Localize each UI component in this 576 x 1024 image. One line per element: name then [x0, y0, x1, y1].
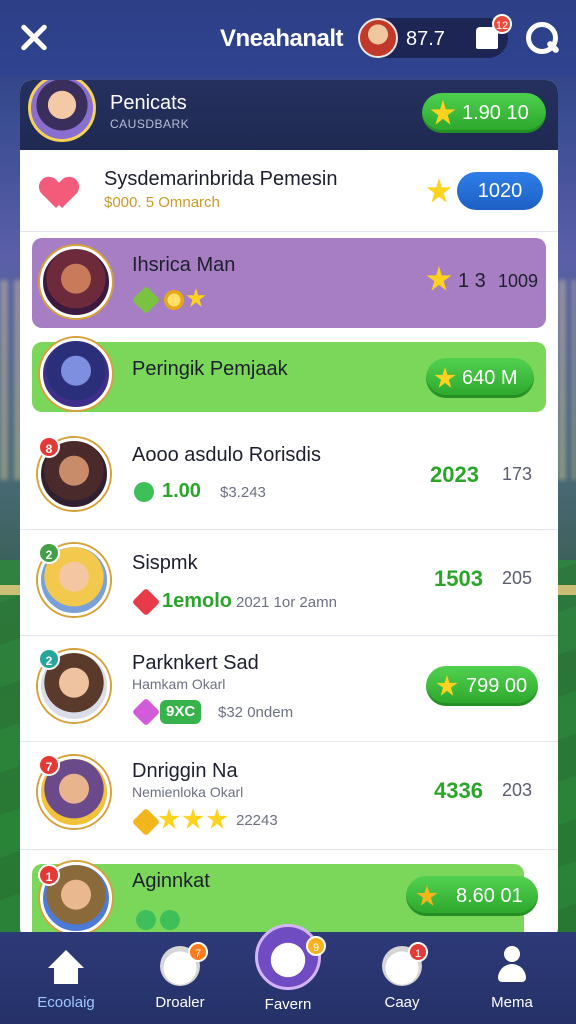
row-score: 2023: [430, 462, 479, 487]
row-score: 1 3: [458, 270, 486, 292]
star-icon: [186, 288, 206, 307]
gem-icon: [131, 697, 161, 727]
app-title: Vneahanalt: [220, 25, 344, 52]
coin-icon: [164, 290, 184, 310]
rank-badge: 1: [38, 864, 60, 886]
row-score: 1503: [434, 566, 483, 591]
score-value: 799 00: [466, 675, 528, 697]
star-icon: [436, 675, 458, 696]
tag-badge: 9XC: [160, 700, 202, 724]
row-title: Dnriggin Na: [132, 760, 238, 782]
star-icon: [426, 266, 452, 291]
gem-icon: [131, 285, 161, 315]
nav-tab-care[interactable]: 1 Caay: [352, 932, 452, 1024]
row-secondary: 203: [502, 780, 533, 800]
rank-badge: 2: [38, 542, 60, 564]
header-name: Penicats: [110, 92, 187, 114]
list-item-highlight[interactable]: Ihsrica Man 1 3 1009: [32, 238, 546, 328]
star-icon: [158, 808, 180, 829]
header-subtitle: CAUSDBARK: [110, 117, 190, 131]
gem-icon: [131, 807, 161, 837]
home-icon: [48, 950, 84, 984]
list-item-highlight[interactable]: Peringik Pemjaak 640 M: [32, 338, 546, 412]
star-icon: [182, 808, 204, 829]
row-secondary: 205: [502, 568, 533, 588]
score-button[interactable]: 799 00: [426, 666, 538, 706]
table-row[interactable]: 7 Dnriggin Na Nemienloka Okarl 22243 433…: [20, 742, 558, 850]
score-button[interactable]: 8.60 01: [406, 876, 538, 916]
star-icon: [426, 178, 452, 203]
row-stat: 1emolo: [162, 590, 233, 612]
nav-tab-dealer[interactable]: 7 Droaler: [130, 932, 230, 1024]
star-icon: [430, 100, 456, 125]
person-icon: [498, 946, 526, 984]
close-icon[interactable]: [14, 18, 54, 58]
coin-value: 87.7: [406, 28, 445, 50]
nav-label: Droaler: [155, 994, 205, 1011]
row-subtitle: Hamkam Okarl: [132, 676, 226, 692]
nav-badge: 1: [408, 942, 428, 962]
row-subtitle: $000. 5 Omnarch: [104, 194, 220, 211]
rank-badge: 7: [38, 754, 60, 776]
row-secondary: 173: [502, 464, 533, 484]
row-title: Peringik Pemjaak: [132, 358, 288, 380]
score-button[interactable]: 1020: [457, 172, 543, 210]
row-stat: 1.00: [162, 480, 201, 502]
nav-tab-center[interactable]: 9 Favern: [238, 924, 338, 1024]
gem-icon: [136, 910, 156, 930]
pet-icon: [255, 924, 321, 990]
list-item[interactable]: Sysdemarinbrida Pemesin $000. 5 Omnarch …: [20, 150, 558, 232]
nav-label: Ecoolaig: [37, 994, 95, 1011]
header-score-button[interactable]: 1.90 10: [422, 93, 546, 133]
row-detail: 22243: [236, 812, 278, 829]
header-score-value: 1.90 10: [462, 102, 529, 124]
row-subtitle: $3.243: [220, 484, 266, 501]
badge-icon: [416, 885, 438, 906]
nav-label: Favern: [264, 996, 312, 1013]
row-title: Sysdemarinbrida Pemesin: [104, 168, 338, 190]
nav-tab-menu[interactable]: Mema: [462, 932, 562, 1024]
check-icon: [134, 482, 154, 502]
score-button[interactable]: 640 M: [426, 358, 534, 398]
rank-badge: 2: [38, 648, 60, 670]
search-icon[interactable]: [524, 20, 560, 56]
table-row[interactable]: 2 Sispmk 1emolo 2021 1or 2amn 1503 205: [20, 530, 558, 636]
row-subtitle: Nemienloka Okarl: [132, 784, 244, 800]
player-avatar: [358, 18, 398, 58]
row-subtitle: 2021 1or 2amn: [236, 594, 337, 611]
row-score: 4336: [434, 778, 483, 803]
star-icon: [206, 808, 228, 829]
leaderboard-panel: Penicats CAUSDBARK 1.90 10 Sysdemarinbri…: [20, 80, 558, 940]
table-row[interactable]: 8 Aooo asdulo Rorisdis 1.00 $3.243 2023 …: [20, 426, 558, 530]
rank-badge: 8: [38, 436, 60, 458]
heart-icon: [42, 178, 76, 208]
row-secondary: 1009: [498, 271, 539, 291]
avatar: [40, 246, 112, 318]
star-icon: [434, 367, 456, 388]
score-value: 8.60 01: [456, 885, 523, 907]
gem-icon: [131, 587, 161, 617]
row-title: Aginnkat: [132, 870, 210, 892]
row-title: Aooo asdulo Rorisdis: [132, 444, 321, 466]
row-title: Ihsrica Man: [132, 254, 236, 276]
coin-balance[interactable]: 87.7 12: [358, 14, 512, 58]
bottom-nav: Ecoolaig 7 Droaler 9 Favern 1 Caay Mema: [0, 924, 576, 1024]
score-value: 640 M: [462, 367, 518, 389]
row-title: Parknkert Sad: [132, 652, 259, 674]
row-title: Sispmk: [132, 552, 198, 574]
avatar: [40, 338, 112, 410]
notification-badge: 12: [492, 14, 512, 34]
row-detail: $32 0ndem: [218, 704, 294, 721]
nav-badge: 7: [188, 942, 208, 962]
nav-label: Caay: [384, 994, 420, 1011]
gem-icon: [160, 910, 180, 930]
header-avatar[interactable]: [28, 80, 96, 142]
nav-label: Mema: [491, 994, 533, 1011]
panel-header: Penicats CAUSDBARK 1.90 10: [20, 80, 558, 150]
nav-tab-home[interactable]: Ecoolaig: [16, 932, 116, 1024]
top-bar: Vneahanalt 87.7 12: [0, 0, 576, 76]
table-row[interactable]: 2 Parknkert Sad Hamkam Okarl 9XC $32 0nd…: [20, 636, 558, 742]
nav-badge: 9: [306, 936, 326, 956]
